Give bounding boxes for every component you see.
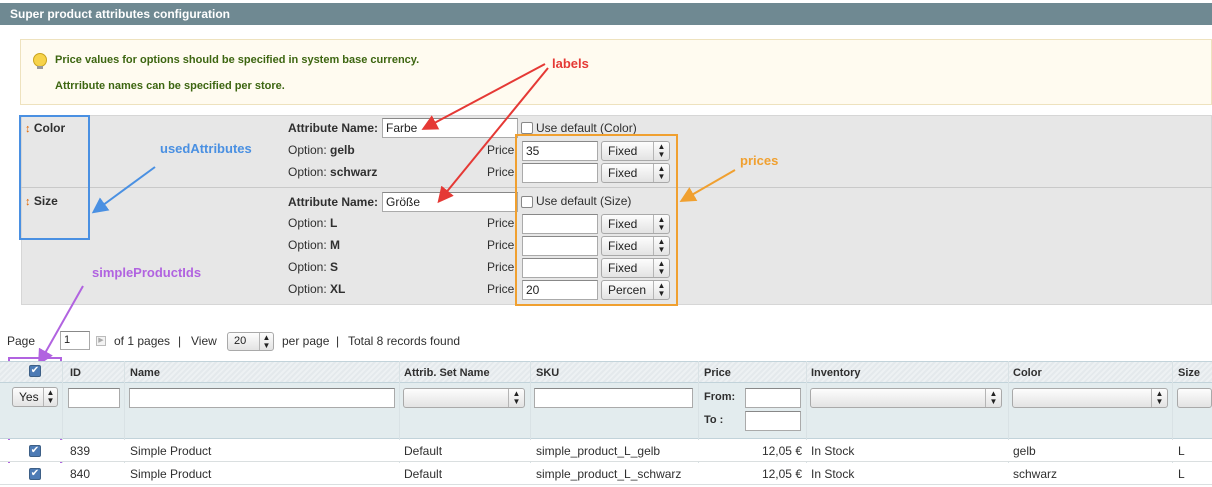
option-prefix: Option: (288, 238, 327, 252)
option-value: S (330, 260, 339, 274)
filter-name-input[interactable] (129, 388, 395, 408)
select-arrows-icon: ▲ ▼ (1151, 389, 1167, 407)
cell-sku: simple_product_L_schwarz (536, 467, 682, 481)
prices-highlight (515, 134, 678, 306)
option-s-label: Option: S (288, 260, 338, 274)
column-color[interactable]: Color (1013, 367, 1042, 379)
cell-size: L (1178, 444, 1185, 458)
column-size[interactable]: Size (1178, 367, 1200, 379)
cell-name: Simple Product (130, 467, 212, 481)
cell-name: Simple Product (130, 444, 212, 458)
column-price[interactable]: Price (704, 367, 731, 379)
attribute-name-label: Attribute Name: (288, 195, 379, 209)
cell-inventory: In Stock (811, 444, 855, 458)
notice-store: Attrribute names can be specified per st… (55, 80, 285, 92)
attribute-size-name-input[interactable]: Größe (382, 192, 518, 212)
used-attributes-highlight (19, 115, 90, 240)
filter-inventory-select[interactable]: ▲ ▼ (810, 388, 1002, 408)
lightbulb-icon (33, 53, 47, 69)
cell-price: 12,05 € (761, 467, 802, 481)
option-prefix: Option: (288, 143, 327, 157)
attribute-name-label: Attribute Name: (288, 121, 379, 135)
option-prefix: Option: (288, 260, 327, 274)
cell-id: 840 (70, 467, 91, 481)
cell-color: schwarz (1013, 467, 1058, 481)
filter-price-to-label: To : (704, 414, 724, 426)
price-label: Price: (487, 216, 518, 230)
price-label: Price: (487, 165, 518, 179)
price-label: Price: (487, 143, 518, 157)
annotation-used-attributes: usedAttributes (160, 141, 252, 156)
option-prefix: Option: (288, 282, 327, 296)
option-value: M (330, 238, 341, 252)
page-number-input[interactable]: 1 (60, 331, 90, 350)
annotation-prices: prices (740, 153, 779, 168)
filter-price-to-input[interactable] (745, 411, 801, 431)
cell-inventory: In Stock (811, 467, 855, 481)
annotation-labels: labels (552, 56, 589, 71)
filter-attrib-set-select[interactable]: ▲ ▼ (403, 388, 525, 408)
price-label: Price: (487, 260, 518, 274)
filter-price-from-input[interactable] (745, 388, 801, 408)
select-all-checkbox[interactable]: ✔ (29, 365, 41, 377)
filter-in-products-select[interactable]: Yes ▲ ▼ (12, 387, 58, 407)
option-value: schwarz (330, 165, 378, 179)
row-checkbox[interactable]: ✔ (29, 445, 41, 457)
attribute-color-name-input[interactable]: Farbe (382, 118, 518, 138)
notice-currency: Price values for options should be speci… (55, 54, 420, 66)
section-title: Super product attributes configuration (0, 3, 1212, 25)
notice-box: Price values for options should be speci… (20, 39, 1212, 105)
cell-attrib-set: Default (404, 467, 443, 481)
option-value: gelb (330, 143, 355, 157)
use-default-color-checkbox[interactable] (521, 122, 533, 134)
option-m-label: Option: M (288, 238, 340, 252)
select-arrows-icon: ▲ ▼ (508, 389, 524, 407)
cell-id: 839 (70, 444, 91, 458)
cell-color: gelb (1013, 444, 1036, 458)
per-page-select[interactable]: 20 ▲ ▼ (227, 332, 274, 351)
cell-price: 12,05 € (761, 444, 802, 458)
pager-separator: | (336, 334, 340, 348)
pager-of-pages: of 1 pages (114, 334, 171, 348)
column-inventory[interactable]: Inventory (811, 367, 861, 379)
column-name[interactable]: Name (130, 367, 160, 379)
pager-per-page: per page (282, 334, 330, 348)
option-prefix: Option: (288, 165, 327, 179)
filter-size-select[interactable] (1177, 388, 1212, 408)
filter-select-value: Yes (19, 390, 39, 404)
pager-total: Total 8 records found (348, 334, 461, 348)
option-l-label: Option: L (288, 216, 337, 230)
option-xl-label: Option: XL (288, 282, 345, 296)
use-default-color-label: Use default (Color) (536, 121, 637, 135)
filter-color-select[interactable]: ▲ ▼ (1012, 388, 1168, 408)
pager-page-label: Page (7, 334, 36, 348)
filter-sku-input[interactable] (534, 388, 693, 408)
column-attrib-set[interactable]: Attrib. Set Name (404, 367, 490, 379)
pager-view-label: View (191, 334, 217, 348)
price-label: Price: (487, 238, 518, 252)
annotation-simple-product-ids: simpleProductIds (92, 265, 202, 280)
column-id[interactable]: ID (70, 367, 81, 379)
option-value: L (330, 216, 338, 230)
cell-attrib-set: Default (404, 444, 443, 458)
next-page-icon[interactable]: ▶ (96, 336, 106, 346)
pager-separator: | (178, 334, 182, 348)
option-schwarz-label: Option: schwarz (288, 165, 377, 179)
select-arrows-icon: ▲ ▼ (259, 333, 273, 350)
select-arrows-icon: ▲ ▼ (985, 389, 1001, 407)
option-gelb-label: Option: gelb (288, 143, 355, 157)
cell-sku: simple_product_L_gelb (536, 444, 661, 458)
cell-size: L (1178, 467, 1185, 481)
row-checkbox[interactable]: ✔ (29, 468, 41, 480)
filter-id-input[interactable] (68, 388, 120, 408)
filter-price-from-label: From: (704, 391, 736, 403)
column-sku[interactable]: SKU (536, 367, 559, 379)
price-label: Price: (487, 282, 518, 296)
select-arrows-icon: ▲ ▼ (43, 388, 57, 406)
option-value: XL (330, 282, 346, 296)
option-prefix: Option: (288, 216, 327, 230)
per-page-value: 20 (234, 335, 247, 347)
